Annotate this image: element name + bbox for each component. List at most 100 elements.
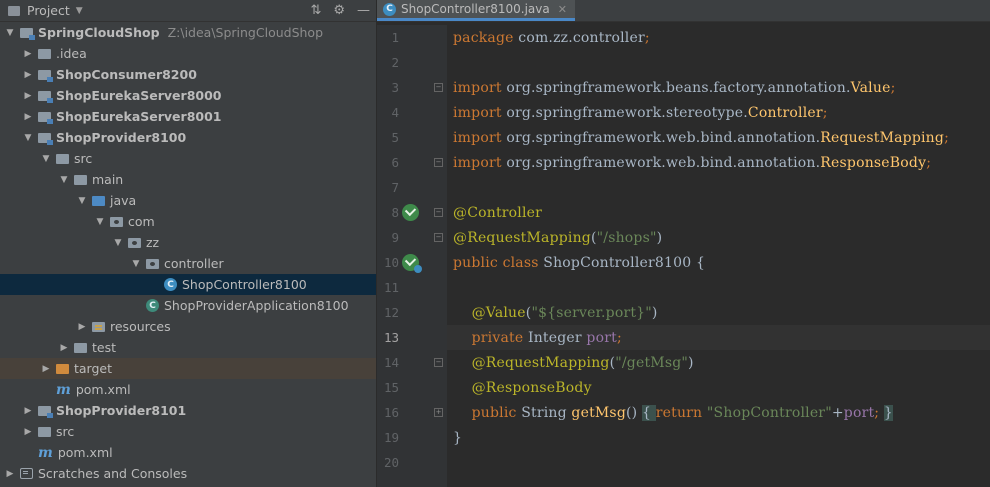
tab-shopcontroller8100-java[interactable]: C ShopController8100.java ✕	[377, 0, 575, 21]
code-line[interactable]: 8 − @Controller	[391, 200, 990, 225]
code-token: @Controller	[453, 204, 543, 221]
code-line[interactable]: 20	[384, 450, 990, 475]
package-icon	[128, 237, 141, 248]
fold-expand-icon[interactable]: +	[434, 408, 443, 417]
expand-arrow-icon[interactable]: ▼	[4, 28, 16, 38]
fold-collapse-icon[interactable]: −	[434, 358, 443, 367]
tree-item[interactable]: C ShopController8100	[0, 274, 376, 295]
gear-icon[interactable]: ⚙	[333, 3, 345, 18]
tree-item[interactable]: ▼ com	[0, 211, 376, 232]
code-line[interactable]: 12 @Value("${server.port}")	[384, 300, 990, 325]
code-line[interactable]: 16 + public String getMsg() { return "Sho…	[384, 400, 990, 425]
module-folder-icon	[38, 405, 53, 418]
chevron-down-icon[interactable]: ▼	[76, 6, 83, 16]
spring-bean-icon[interactable]	[402, 204, 419, 221]
collapse-arrow-icon[interactable]: ▶	[22, 70, 34, 80]
line-number: 2	[391, 55, 399, 70]
tree-item[interactable]: ▼ zz	[0, 232, 376, 253]
expand-arrow-icon[interactable]: ▼	[40, 154, 52, 164]
project-tool-window: Project ▼ ⇅ ⚙ — ▼ SpringCloudShop Z:\idea\…	[0, 0, 376, 487]
code-token: )	[651, 304, 658, 321]
tree-item[interactable]: ▶ ShopEurekaServer8001	[0, 106, 376, 127]
tree-item[interactable]: ▼ SpringCloudShop Z:\idea\SpringCloudShop	[0, 22, 376, 43]
tree-item[interactable]: ▶ src	[0, 421, 376, 442]
code-line[interactable]: 10 public class ShopController8100 {	[384, 250, 990, 275]
code-token: String	[521, 404, 572, 421]
spring-boot-class-icon: C	[146, 299, 159, 312]
project-view-selector[interactable]: Project	[27, 3, 70, 18]
expand-arrow-icon[interactable]: ▼	[112, 238, 124, 248]
code-token: "${server.port}"	[531, 304, 652, 321]
code-line[interactable]: 7	[391, 175, 990, 200]
tree-item[interactable]: ▶ resources	[0, 316, 376, 337]
code-line[interactable]: 13 private Integer port;	[384, 325, 990, 350]
code-token: package	[453, 29, 519, 46]
collapse-arrow-icon[interactable]: ▶	[22, 49, 34, 59]
module-folder-icon	[38, 90, 53, 103]
code-line[interactable]: 19}	[384, 425, 990, 450]
expand-arrow-icon[interactable]: ▼	[58, 175, 70, 185]
tree-item[interactable]: ▼ java	[0, 190, 376, 211]
folder-icon	[56, 153, 69, 164]
code-token: com.zz.controller	[518, 29, 645, 46]
code-line[interactable]: 11	[384, 275, 990, 300]
code-token: ;	[822, 104, 828, 121]
tree-item[interactable]: ▼ main	[0, 169, 376, 190]
project-tree: ▼ SpringCloudShop Z:\idea\SpringCloudShop ▶…	[0, 22, 376, 484]
code-token: @RequestMapping	[453, 229, 591, 246]
tree-item[interactable]: m pom.xml	[0, 442, 376, 463]
code-line[interactable]: 6 − import org.springframework.web.bind.an…	[391, 150, 990, 175]
code-line[interactable]: 15 @ResponseBody	[384, 375, 990, 400]
fold-collapse-icon[interactable]: −	[434, 208, 443, 217]
expand-arrow-icon[interactable]: ▼	[76, 196, 88, 206]
code-token: ;	[644, 29, 650, 46]
expand-arrow-icon[interactable]: ▼	[22, 133, 34, 143]
code-line[interactable]: 4 import org.springframework.stereotype.C…	[391, 100, 990, 125]
collapse-all-icon[interactable]: ⇅	[310, 3, 321, 18]
collapse-arrow-icon[interactable]: ▶	[22, 112, 34, 122]
code-token: @ResponseBody	[471, 379, 592, 396]
collapse-arrow-icon[interactable]: ▶	[22, 427, 34, 437]
tree-item-label: target	[74, 361, 113, 376]
folder-icon	[74, 174, 87, 185]
hide-panel-icon[interactable]: —	[357, 3, 370, 18]
tree-item[interactable]: ▶ ShopConsumer8200	[0, 64, 376, 85]
tree-item[interactable]: ▶ Scratches and Consoles	[0, 463, 376, 484]
tree-item[interactable]: ▼ controller	[0, 253, 376, 274]
expand-arrow-icon[interactable]: ▼	[130, 259, 142, 269]
spring-bean-class-icon[interactable]	[402, 254, 422, 273]
fold-collapse-icon[interactable]: −	[434, 158, 443, 167]
collapse-arrow-icon[interactable]: ▶	[22, 91, 34, 101]
collapse-arrow-icon[interactable]: ▶	[58, 343, 70, 353]
tree-item-label: .idea	[56, 46, 87, 61]
collapse-arrow-icon[interactable]: ▶	[22, 406, 34, 416]
tree-item[interactable]: ▶ target	[0, 358, 376, 379]
tree-item[interactable]: ▶ .idea	[0, 43, 376, 64]
code-line[interactable]: 5 import org.springframework.web.bind.ann…	[391, 125, 990, 150]
module-folder-icon	[38, 111, 53, 124]
fold-collapse-icon[interactable]: −	[434, 83, 443, 92]
tree-item[interactable]: C ShopProviderApplication8100	[0, 295, 376, 316]
code-line[interactable]: 1 package com.zz.controller;	[391, 25, 990, 50]
tree-item[interactable]: ▶ ShopProvider8101	[0, 400, 376, 421]
code-text: import org.springframework.web.bind.anno…	[453, 155, 931, 171]
fold-collapse-icon[interactable]: −	[434, 233, 443, 242]
close-icon[interactable]: ✕	[558, 3, 567, 16]
expand-arrow-icon[interactable]: ▼	[94, 217, 106, 227]
tree-item[interactable]: ▶ test	[0, 337, 376, 358]
code-line[interactable]: 3 − import org.springframework.beans.facto…	[391, 75, 990, 100]
code-line[interactable]: 14 − @RequestMapping("/getMsg")	[384, 350, 990, 375]
tree-item[interactable]: ▼ ShopProvider8100	[0, 127, 376, 148]
package-icon	[110, 216, 123, 227]
tree-item[interactable]: ▶ ShopEurekaServer8000	[0, 85, 376, 106]
collapse-arrow-icon[interactable]: ▶	[76, 322, 88, 332]
collapse-arrow-icon[interactable]: ▶	[40, 364, 52, 374]
code-line[interactable]: 9 − @RequestMapping("/shops")	[391, 225, 990, 250]
tree-item[interactable]: m pom.xml	[0, 379, 376, 400]
code-token: Value	[850, 79, 891, 96]
tree-item[interactable]: ▼ src	[0, 148, 376, 169]
code-line[interactable]: 2	[391, 50, 990, 75]
collapse-arrow-icon[interactable]: ▶	[4, 469, 16, 479]
